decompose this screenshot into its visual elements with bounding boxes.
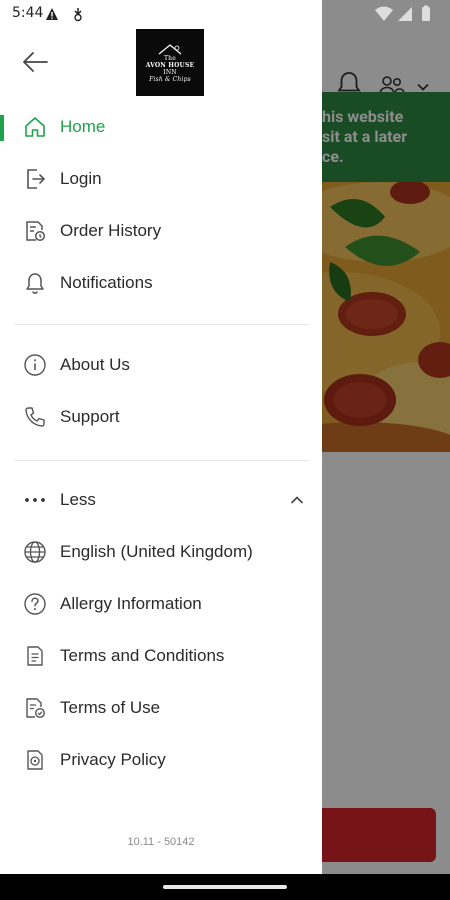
menu-label: Less [60, 490, 96, 509]
info-icon [22, 352, 48, 378]
menu-item-terms-and-conditions[interactable]: Terms and Conditions [0, 634, 322, 678]
home-icon [22, 114, 48, 140]
menu-label: Login [60, 169, 102, 188]
logo-text-line: Fish & Chips [149, 75, 191, 83]
menu-item-support[interactable]: Support [0, 395, 322, 439]
login-icon [22, 166, 48, 192]
home-gesture-handle[interactable] [163, 885, 287, 889]
menu-item-about-us[interactable]: About Us [0, 343, 322, 387]
menu-item-home[interactable]: Home [0, 105, 322, 149]
status-time: 5:44 [12, 5, 44, 21]
document-check-icon [22, 695, 48, 721]
app-version: 10.11 - 50142 [127, 836, 195, 848]
logo-text-line: INN [163, 68, 177, 76]
menu-item-notifications[interactable]: Notifications [0, 261, 322, 305]
menu-label: Privacy Policy [60, 750, 166, 769]
menu-label: Allergy Information [60, 594, 202, 613]
divider [14, 324, 308, 325]
more-dots-icon [22, 487, 48, 513]
menu-label: Terms of Use [60, 698, 161, 717]
divider [14, 460, 308, 461]
menu-item-order-history[interactable]: Order History [0, 209, 322, 253]
globe-icon [22, 539, 48, 565]
logo-text-line: The [163, 54, 177, 62]
menu-label: Support [60, 407, 120, 426]
navigation-drawer: The AVON HOUSE INN Fish & Chips Home Log… [0, 0, 322, 874]
menu-label: Order History [60, 221, 162, 240]
status-bar-right [322, 0, 450, 28]
menu-label: About Us [60, 355, 130, 374]
menu-label: Notifications [60, 273, 153, 292]
menu-item-terms-of-use[interactable]: Terms of Use [0, 686, 322, 730]
menu-item-login[interactable]: Login [0, 157, 322, 201]
logo-text-line: AVON HOUSE [145, 61, 195, 69]
status-system-icons [375, 5, 430, 21]
menu-item-allergy-information[interactable]: Allergy Information [0, 582, 322, 626]
menu-item-privacy-policy[interactable]: Privacy Policy [0, 738, 322, 782]
menu-label: English (United Kingdom) [60, 542, 253, 561]
receipt-clock-icon [22, 218, 48, 244]
bell-icon [22, 270, 48, 296]
active-indicator [0, 115, 4, 141]
logo-roof-icon [158, 43, 182, 54]
question-icon [22, 591, 48, 617]
status-bar: 5:44 [0, 0, 322, 28]
back-arrow-icon[interactable] [20, 48, 50, 76]
menu-item-language[interactable]: English (United Kingdom) [0, 530, 322, 574]
document-icon [22, 643, 48, 669]
chevron-up-icon [291, 496, 303, 504]
status-notification-icons [46, 8, 82, 22]
menu-label: Terms and Conditions [60, 646, 225, 665]
less-toggle[interactable]: Less [0, 478, 322, 522]
restaurant-logo: The AVON HOUSE INN Fish & Chips [136, 29, 204, 96]
menu-label: Home [60, 117, 106, 136]
phone-icon [22, 404, 48, 430]
privacy-icon [22, 747, 48, 773]
system-navigation-bar [0, 874, 450, 900]
